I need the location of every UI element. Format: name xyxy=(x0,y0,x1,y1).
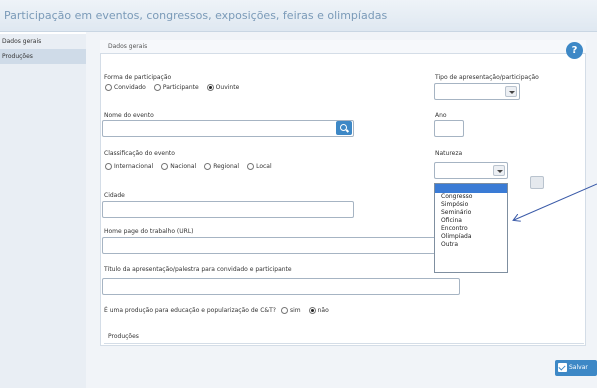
annotation-arrow xyxy=(0,183,597,388)
save-button-label: Salvar xyxy=(569,364,588,371)
checkmark-icon xyxy=(558,363,567,372)
save-button[interactable]: Salvar xyxy=(555,360,597,376)
